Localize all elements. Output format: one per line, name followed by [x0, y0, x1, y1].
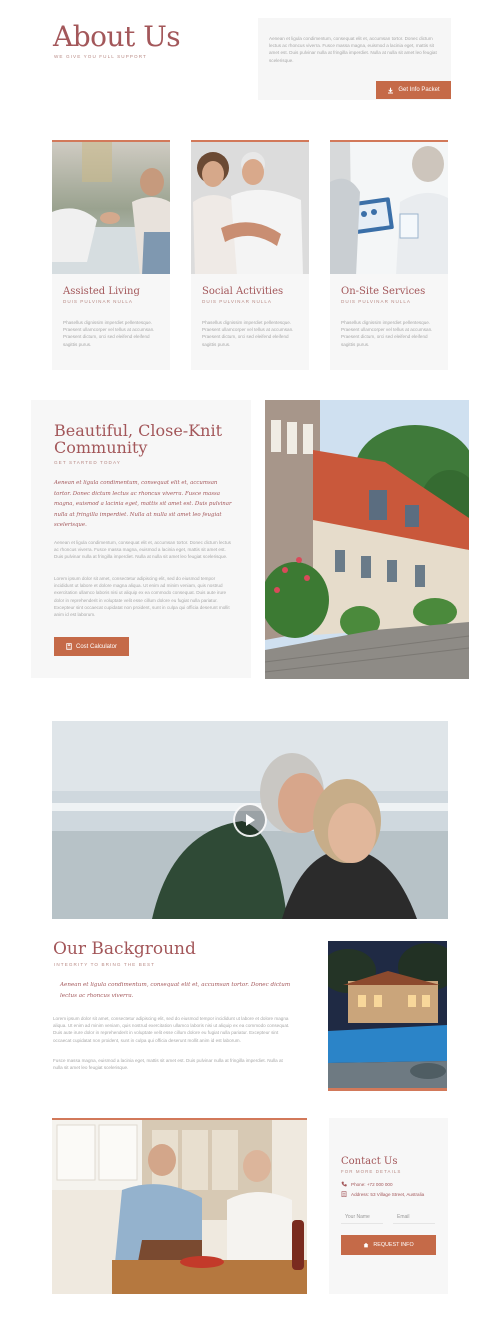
community-subtitle: GET STARTED TODAY — [54, 460, 121, 465]
request-info-button[interactable]: REQUEST INFO — [341, 1235, 436, 1255]
service-card-assisted-living: Assisted Living DUIS PULVINAR NULLA Phas… — [52, 140, 170, 370]
get-info-packet-label: Get Info Packet — [398, 87, 440, 93]
service-card-on-site-services: On-Site Services DUIS PULVINAR NULLA Pha… — [330, 140, 448, 370]
social-activities-photo — [191, 140, 309, 274]
background-quote: Aenean et ligula condimentum, consequat … — [60, 982, 291, 999]
home-icon — [363, 1242, 369, 1248]
on-site-services-photo — [330, 140, 448, 274]
card-title: Assisted Living — [63, 286, 140, 297]
contact-phone: Phone: +72 000 000 — [351, 1181, 393, 1187]
video-player[interactable] — [52, 721, 448, 919]
page-title: About Us — [53, 20, 181, 53]
background-title: Our Background — [53, 939, 196, 959]
community-title: Beautiful, Close-Knit Community — [54, 421, 223, 457]
background-paragraph-2: Fusce massa magna, euismod a lacinia ege… — [53, 1058, 283, 1071]
about-intro-text: Aenean et ligula condimentum, consequat … — [269, 36, 437, 63]
card-subtitle: DUIS PULVINAR NULLA — [63, 299, 133, 304]
background-paragraph-1: Lorem ipsum dolor sit amet, consectetur … — [53, 1016, 290, 1043]
contact-phone-row: Phone: +72 000 000 — [341, 1181, 393, 1187]
play-icon — [246, 814, 255, 826]
background-subtitle: INTEGRITY TO BRING THE BEST — [54, 962, 156, 967]
assisted-living-photo — [52, 140, 170, 274]
pool-villa-photo — [328, 941, 447, 1091]
get-info-packet-button[interactable]: Get Info Packet — [376, 81, 451, 99]
phone-icon — [341, 1181, 347, 1187]
contact-address: Address: 53 Village Street, Australia — [351, 1191, 425, 1197]
play-button[interactable] — [233, 803, 267, 837]
card-subtitle: DUIS PULVINAR NULLA — [202, 299, 272, 304]
community-paragraph-1: Aenean et ligula condimentum, consequat … — [54, 540, 231, 560]
calculator-icon — [66, 643, 72, 650]
contact-subtitle: FOR MORE DETAILS — [341, 1169, 402, 1174]
contact-address-row: Address: 53 Village Street, Australia — [341, 1191, 424, 1197]
card-title: On-Site Services — [341, 286, 426, 297]
page-tagline: WE GIVE YOU FULL SUPPORT — [54, 54, 147, 59]
cost-calculator-button[interactable]: Cost Calculator — [54, 637, 129, 656]
community-paragraph-2: Lorem ipsum dolor sit amet, consectetur … — [54, 576, 230, 618]
kitchen-couple-photo — [52, 1118, 307, 1294]
download-icon — [388, 87, 394, 93]
card-subtitle: DUIS PULVINAR NULLA — [341, 299, 411, 304]
service-card-social-activities: Social Activities DUIS PULVINAR NULLA Ph… — [191, 140, 309, 370]
card-text: Phasellus dignissim imperdiet pellentesq… — [341, 320, 433, 347]
name-field[interactable]: Your Name — [341, 1208, 383, 1224]
email-field-placeholder: Email — [397, 1214, 410, 1220]
community-quote: Aenean et ligula condimentum, consequat … — [54, 480, 232, 528]
name-field-placeholder: Your Name — [345, 1214, 370, 1220]
contact-panel: Contact Us FOR MORE DETAILS Phone: +72 0… — [329, 1118, 448, 1294]
card-text: Phasellus dignissim imperdiet pellentesq… — [63, 320, 155, 347]
card-title: Social Activities — [202, 286, 284, 297]
village-street-photo — [265, 400, 469, 679]
address-icon — [341, 1191, 347, 1197]
card-text: Phasellus dignissim imperdiet pellentesq… — [202, 320, 294, 347]
email-field[interactable]: Email — [393, 1208, 435, 1224]
cost-calculator-label: Cost Calculator — [75, 643, 117, 650]
request-info-label: REQUEST INFO — [373, 1242, 414, 1248]
contact-title: Contact Us — [341, 1156, 398, 1167]
